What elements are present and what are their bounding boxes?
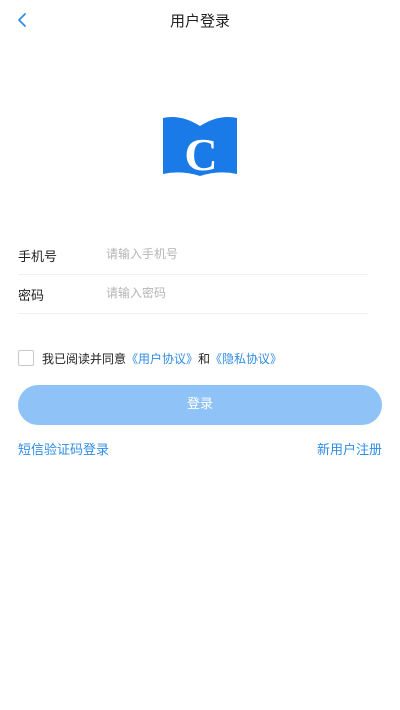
- agreement-row: 我已阅读并同意《用户协议》和《隐私协议》: [18, 348, 282, 368]
- user-agreement-link[interactable]: 《用户协议》: [126, 352, 198, 366]
- login-button[interactable]: 登录: [18, 385, 382, 425]
- phone-input[interactable]: [106, 242, 366, 266]
- agreement-conjunction: 和: [198, 351, 211, 366]
- agreement-prefix: 我已阅读并同意: [42, 351, 127, 366]
- phone-row: 手机号: [18, 236, 368, 275]
- sms-login-link[interactable]: 短信验证码登录: [18, 439, 109, 458]
- privacy-agreement-link[interactable]: 《隐私协议》: [210, 352, 282, 366]
- agree-checkbox[interactable]: [18, 350, 34, 366]
- password-label: 密码: [18, 289, 45, 304]
- book-c-logo-icon: C: [163, 117, 237, 180]
- page-title: 用户登录: [169, 12, 230, 30]
- password-input[interactable]: [106, 281, 366, 305]
- phone-label: 手机号: [18, 250, 58, 265]
- header-bar: 用户登录: [0, 0, 400, 40]
- logo-letter: C: [184, 129, 217, 176]
- agreement-text: 我已阅读并同意《用户协议》和《隐私协议》: [42, 350, 282, 367]
- app-logo: C: [163, 116, 237, 180]
- register-link[interactable]: 新用户注册: [317, 439, 382, 458]
- password-row: 密码: [18, 275, 368, 314]
